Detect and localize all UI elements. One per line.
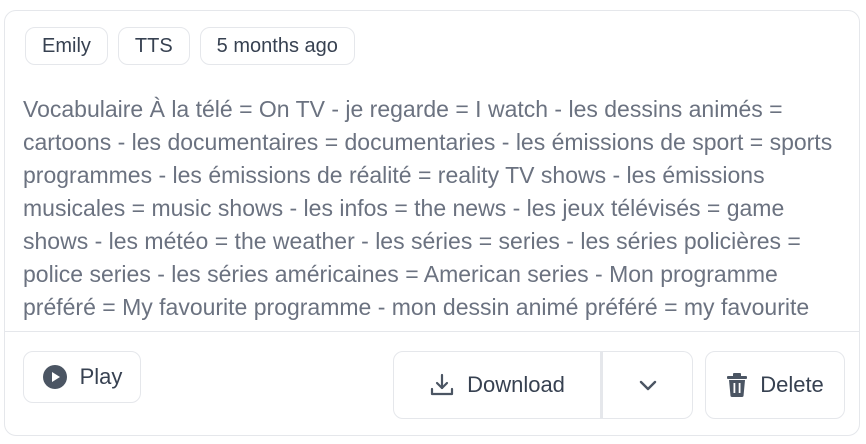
text-preview: Vocabulaire À la télé = On TV - je regar… <box>23 93 847 331</box>
delete-label: Delete <box>760 372 824 397</box>
play-circle-icon <box>42 364 68 390</box>
timestamp-tag: 5 months ago <box>199 27 355 65</box>
trash-icon <box>726 372 748 398</box>
type-tag: TTS <box>117 27 190 65</box>
play-button[interactable]: Play <box>23 351 141 403</box>
transcript-text: Vocabulaire À la télé = On TV - je regar… <box>23 96 833 331</box>
delete-button[interactable]: Delete <box>705 351 845 419</box>
download-button[interactable]: Download <box>393 351 601 419</box>
chevron-down-icon <box>636 373 660 397</box>
download-icon <box>429 372 455 398</box>
download-label: Download <box>467 372 565 397</box>
download-options-button[interactable] <box>601 351 693 419</box>
tag-list: Emily TTS 5 months ago <box>25 27 355 65</box>
audio-card: Emily TTS 5 months ago Vocabulaire À la … <box>4 10 860 436</box>
divider <box>5 331 859 332</box>
voice-tag: Emily <box>25 27 108 65</box>
play-label: Play <box>79 364 123 389</box>
